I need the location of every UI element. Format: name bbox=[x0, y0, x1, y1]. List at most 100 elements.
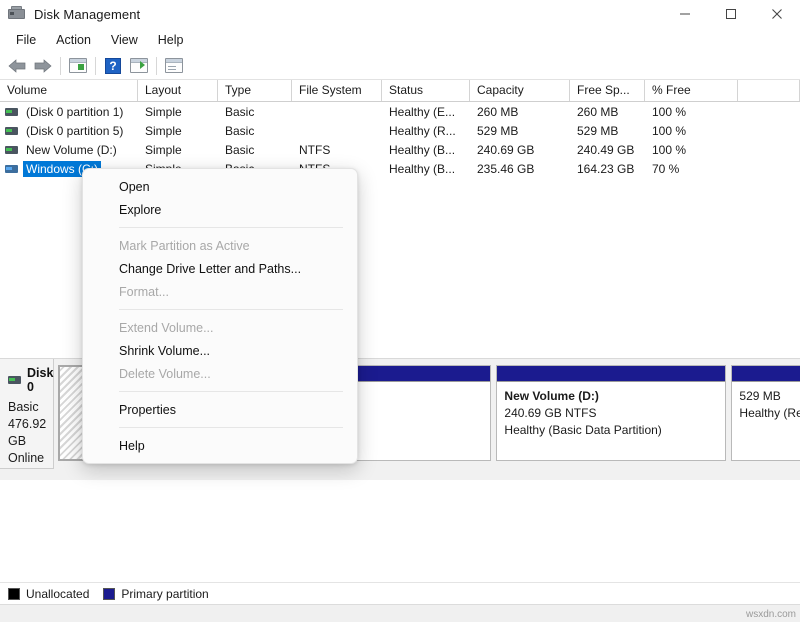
legend-swatch bbox=[103, 588, 115, 600]
menu-file[interactable]: File bbox=[6, 30, 46, 50]
partition-color-bar bbox=[732, 366, 800, 382]
legend-label: Primary partition bbox=[121, 587, 208, 601]
cell-status: Healthy (R... bbox=[382, 124, 470, 138]
cell-type: Basic bbox=[218, 143, 292, 157]
volume-label: (Disk 0 partition 1) bbox=[23, 104, 126, 120]
column-header-status[interactable]: Status bbox=[382, 80, 470, 101]
disk-name: Disk 0 bbox=[27, 366, 53, 394]
cell-status: Healthy (B... bbox=[382, 162, 470, 176]
disk-status: Online bbox=[8, 450, 53, 467]
volume-row[interactable]: (Disk 0 partition 1) SimpleBasic Healthy (… bbox=[0, 102, 800, 121]
partition-body: 529 MBHealthy (Recovery bbox=[732, 382, 800, 460]
back-arrow-icon[interactable] bbox=[4, 54, 30, 78]
cell-percent-free: 100 % bbox=[645, 143, 738, 157]
context-menu-separator bbox=[119, 309, 343, 310]
context-menu-item-help[interactable]: Help bbox=[83, 434, 357, 457]
column-header-layout[interactable]: Layout bbox=[138, 80, 218, 101]
context-menu-item-change-drive-letter-and-paths[interactable]: Change Drive Letter and Paths... bbox=[83, 257, 357, 280]
volume-drive-icon bbox=[5, 108, 18, 116]
cell-layout: Simple bbox=[138, 143, 218, 157]
cell-type: Basic bbox=[218, 105, 292, 119]
volume-label: (Disk 0 partition 5) bbox=[23, 123, 126, 139]
new-volume-d-partition[interactable]: New Volume (D:)240.69 GB NTFSHealthy (Ba… bbox=[496, 365, 726, 461]
cell-file-system: NTFS bbox=[292, 143, 382, 157]
column-header-free[interactable]: % Free bbox=[645, 80, 738, 101]
menu-action[interactable]: Action bbox=[46, 30, 101, 50]
window-title: Disk Management bbox=[34, 7, 140, 22]
column-header-type[interactable]: Type bbox=[218, 80, 292, 101]
cell-type: Basic bbox=[218, 124, 292, 138]
menu-help[interactable]: Help bbox=[148, 30, 194, 50]
cell-free-space: 240.49 GB bbox=[570, 143, 645, 157]
cell-percent-free: 100 % bbox=[645, 105, 738, 119]
cell-percent-free: 70 % bbox=[645, 162, 738, 176]
partition-line: Healthy (Basic Data Partition) bbox=[504, 422, 718, 439]
partition-color-bar bbox=[497, 366, 725, 382]
cell-capacity: 529 MB bbox=[470, 124, 570, 138]
legend-item: Primary partition bbox=[103, 587, 208, 601]
cell-layout: Simple bbox=[138, 105, 218, 119]
properties-icon[interactable] bbox=[161, 54, 187, 78]
minimize-button[interactable] bbox=[662, 0, 708, 28]
toolbar: ? bbox=[0, 52, 800, 80]
cell-free-space: 164.23 GB bbox=[570, 162, 645, 176]
context-menu: OpenExploreMark Partition as ActiveChang… bbox=[82, 168, 358, 464]
volume-list-rows: (Disk 0 partition 1)SimpleBasicHealthy (… bbox=[0, 102, 800, 178]
partition-line: 529 MB bbox=[739, 388, 800, 405]
column-header-file-system[interactable]: File System bbox=[292, 80, 382, 101]
partition-line: Healthy (Recovery bbox=[739, 405, 800, 422]
volume-drive-icon bbox=[5, 127, 18, 135]
legend-swatch bbox=[8, 588, 20, 600]
context-menu-item-open[interactable]: Open bbox=[83, 175, 357, 198]
column-header-free-sp[interactable]: Free Sp... bbox=[570, 80, 645, 101]
volume-row[interactable]: (Disk 0 partition 5) SimpleBasic Healthy (… bbox=[0, 121, 800, 140]
cell-capacity: 260 MB bbox=[470, 105, 570, 119]
help-glyph: ? bbox=[105, 58, 121, 74]
disk-management-window: Disk Management File Action View Help bbox=[0, 0, 800, 622]
show-hide-console-tree-icon[interactable] bbox=[65, 54, 91, 78]
context-menu-item-format: Format... bbox=[83, 280, 357, 303]
cell-free-space: 260 MB bbox=[570, 105, 645, 119]
toolbar-separator bbox=[95, 57, 96, 75]
disk-icon bbox=[8, 376, 21, 384]
legend-label: Unallocated bbox=[26, 587, 89, 601]
forward-arrow-icon[interactable] bbox=[30, 54, 56, 78]
maximize-button[interactable] bbox=[708, 0, 754, 28]
context-menu-separator bbox=[119, 391, 343, 392]
volume-list-header: VolumeLayoutTypeFile SystemStatusCapacit… bbox=[0, 80, 800, 102]
partition-line: 240.69 GB NTFS bbox=[504, 405, 718, 422]
context-menu-item-shrink-volume[interactable]: Shrink Volume... bbox=[83, 339, 357, 362]
cell-layout: Simple bbox=[138, 124, 218, 138]
cell-capacity: 235.46 GB bbox=[470, 162, 570, 176]
column-header-volume[interactable]: Volume bbox=[0, 80, 138, 101]
volume-row[interactable]: New Volume (D:) SimpleBasicNTFSHealthy (B… bbox=[0, 140, 800, 159]
cell-status: Healthy (B... bbox=[382, 143, 470, 157]
volume-name-cell: (Disk 0 partition 5) bbox=[0, 123, 138, 139]
menu-view[interactable]: View bbox=[101, 30, 148, 50]
cell-free-space: 529 MB bbox=[570, 124, 645, 138]
column-header-blank[interactable] bbox=[738, 80, 800, 101]
context-menu-item-properties[interactable]: Properties bbox=[83, 398, 357, 421]
legend-bar: Unallocated Primary partition bbox=[0, 582, 800, 604]
volume-drive-icon-selected bbox=[5, 165, 18, 173]
context-menu-item-delete-volume: Delete Volume... bbox=[83, 362, 357, 385]
title-bar: Disk Management bbox=[0, 0, 800, 28]
context-menu-item-explore[interactable]: Explore bbox=[83, 198, 357, 221]
disk-title: Disk 0 bbox=[8, 366, 53, 394]
column-header-capacity[interactable]: Capacity bbox=[470, 80, 570, 101]
recovery-partition[interactable]: 529 MBHealthy (Recovery bbox=[731, 365, 800, 461]
show-hide-action-pane-icon[interactable] bbox=[126, 54, 152, 78]
cell-status: Healthy (E... bbox=[382, 105, 470, 119]
context-menu-separator bbox=[119, 227, 343, 228]
cell-capacity: 240.69 GB bbox=[470, 143, 570, 157]
help-icon[interactable]: ? bbox=[100, 54, 126, 78]
partition-body: New Volume (D:)240.69 GB NTFSHealthy (Ba… bbox=[497, 382, 725, 460]
disk-capacity: 476.92 GB bbox=[8, 416, 53, 450]
window-controls bbox=[662, 0, 800, 28]
close-button[interactable] bbox=[754, 0, 800, 28]
disk-info-panel[interactable]: Disk 0 Basic 476.92 GB Online bbox=[0, 359, 54, 469]
toolbar-separator bbox=[156, 57, 157, 75]
toolbar-separator bbox=[60, 57, 61, 75]
volume-label: New Volume (D:) bbox=[23, 142, 120, 158]
menu-bar: File Action View Help bbox=[0, 28, 800, 52]
